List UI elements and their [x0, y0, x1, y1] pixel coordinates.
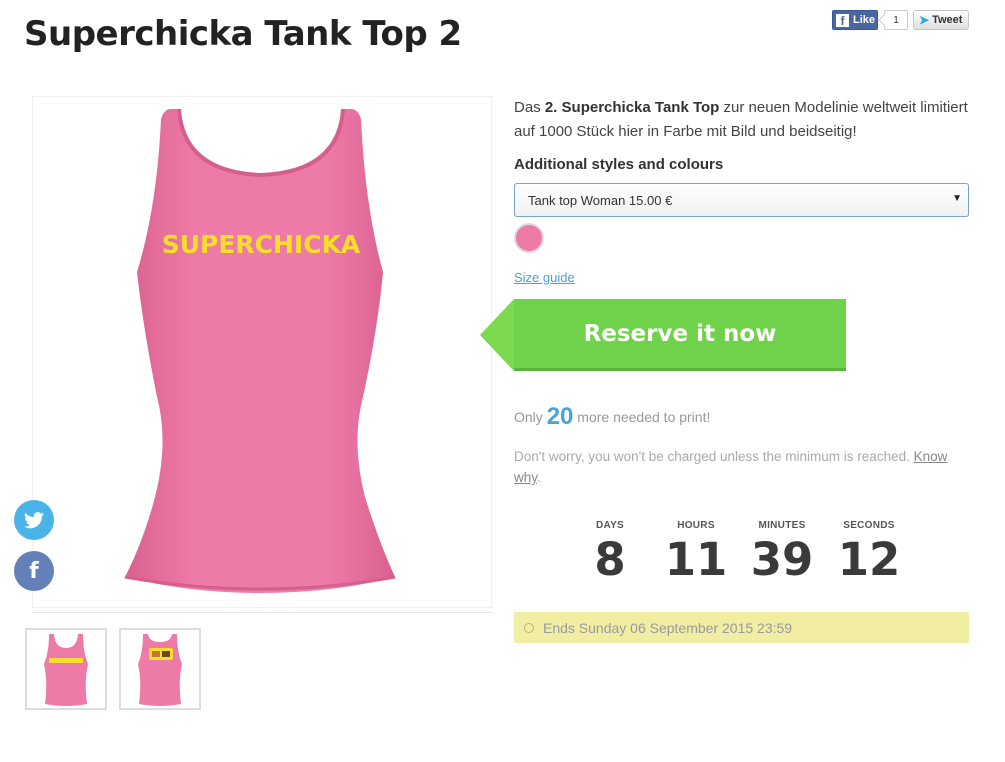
thumbnail-back[interactable]	[119, 628, 201, 710]
countdown-minutes: MINUTES 39	[750, 520, 814, 586]
style-select[interactable]: Tank top Woman 15.00 € ▼	[514, 183, 969, 217]
tank-top-body	[125, 109, 395, 593]
clock-icon	[524, 622, 534, 633]
facebook-like-count: 1	[884, 10, 908, 30]
tank-top-image: SUPERCHICKA	[124, 108, 396, 593]
style-select-value: Tank top Woman 15.00 €	[528, 192, 673, 208]
product-description: Das 2. Superchicka Tank Top zur neuen Mo…	[514, 99, 968, 140]
description-highlight: 2. Superchicka Tank Top	[544, 99, 720, 116]
reserve-button-wrap[interactable]: Reserve it now	[480, 299, 846, 371]
needed-to-print: Only 20 more needed to print!	[514, 403, 711, 430]
reserve-button[interactable]: Reserve it now	[514, 299, 846, 371]
reserve-arrow-shape	[480, 299, 514, 371]
countdown-hours: HOURS 11	[664, 520, 728, 586]
twitter-bird-icon: ➤	[919, 13, 930, 27]
needed-count: 20	[546, 403, 574, 430]
thumbnail-front[interactable]	[25, 628, 107, 710]
campaign-end-banner: Ends Sunday 06 September 2015 23:59	[514, 612, 969, 643]
campaign-end-text: Ends Sunday 06 September 2015 23:59	[543, 619, 793, 636]
facebook-like-label: Like	[853, 14, 876, 26]
tweet-button[interactable]: ➤ Tweet	[913, 10, 969, 30]
tweet-label: Tweet	[932, 14, 963, 26]
facebook-like-button[interactable]: f Like	[832, 10, 878, 30]
dropdown-arrow-icon: ▼	[952, 193, 962, 204]
shirt-print-text: SUPERCHICKA	[162, 230, 361, 259]
countdown-days: DAYS 8	[594, 520, 626, 586]
size-guide-link[interactable]: Size guide	[514, 270, 575, 285]
color-swatch-pink[interactable]	[514, 223, 544, 253]
facebook-share-icon[interactable]: f	[14, 551, 54, 591]
twitter-share-icon[interactable]	[14, 500, 54, 540]
charge-notice: Don't worry, you won't be charged unless…	[514, 449, 948, 485]
styles-label: Additional styles and colours	[514, 156, 724, 173]
image-divider	[32, 612, 492, 613]
product-main-image[interactable]: SUPERCHICKA	[32, 96, 492, 608]
facebook-icon: f	[836, 13, 849, 28]
page-title: Superchicka Tank Top 2	[24, 14, 462, 54]
countdown-seconds: SECONDS 12	[837, 520, 901, 586]
